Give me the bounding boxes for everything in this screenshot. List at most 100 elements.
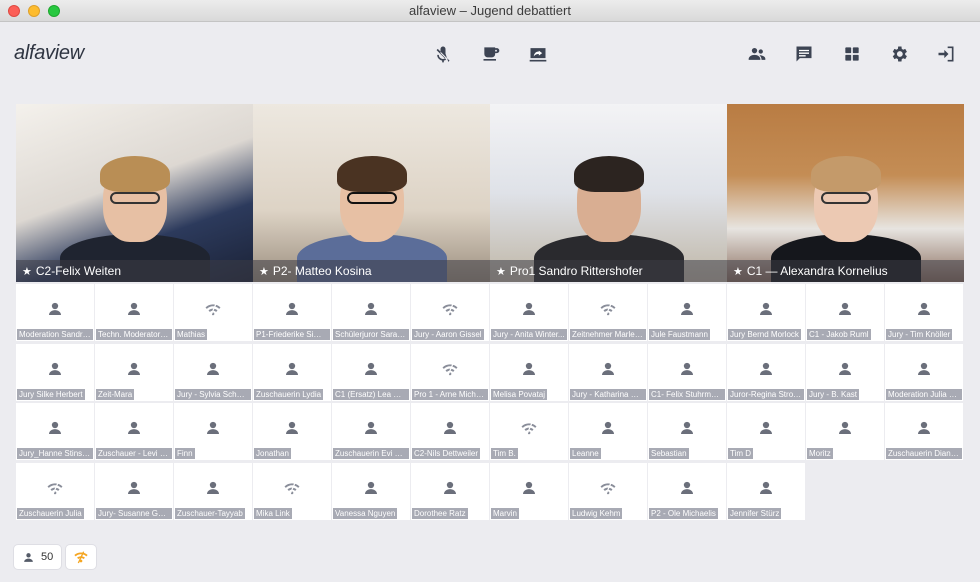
connection-icon [283,479,301,497]
participant-tile[interactable]: Jury - Anita Winter... [490,284,568,341]
participant-tile[interactable]: C1- Felix Stuhrmann [648,343,726,401]
participant-name: P2 - Ole Michaelis [649,507,718,519]
video-participant-name: Pro1 Sandro Rittershofer [509,264,643,278]
user-avatar-icon [125,419,143,437]
leave-room-button[interactable] [930,38,962,70]
star-icon: ★ [733,265,743,278]
participant-tile[interactable]: Mathias [174,284,252,341]
minimize-window-button[interactable] [28,5,40,17]
participant-tile[interactable]: Zeitnehmer Marlen... [569,284,647,341]
mute-microphone-button[interactable] [427,38,459,70]
screen-share-button[interactable] [522,38,554,70]
participant-name: Moderation Sandra... [17,329,93,340]
participant-tile[interactable]: Zuschauerin Evi He... [332,403,410,460]
mic-off-icon [436,46,450,63]
participant-tile[interactable]: P2 - Ole Michaelis [648,462,726,520]
participant-tile[interactable]: Zeit-Mara [95,343,173,401]
participant-tile[interactable]: Marvin [490,462,568,520]
video-tile[interactable]: ★ Pro1 Sandro Rittershofer [490,104,727,282]
participant-name: Mika Link [254,507,292,519]
network-status-button[interactable] [66,545,96,569]
participant-tile[interactable]: Moderation Sandra... [16,284,94,341]
participant-tile[interactable]: Tim B. [490,403,568,460]
participant-tile[interactable]: Tim D [727,403,805,460]
participant-name: Jonathan [254,448,291,459]
participant-tile[interactable]: Jury- Susanne Ger... [95,462,173,520]
video-tile[interactable]: ★ C2-Felix Weiten [16,104,253,282]
participant-tile[interactable]: Ludwig Kehm [569,462,647,520]
participant-tile[interactable]: Zuschauerin Julia [16,462,94,520]
layout-button[interactable] [836,38,868,70]
window-titlebar: alfaview – Jugend debattiert [0,0,980,22]
participant-name: Jule Faustmann [649,329,710,340]
participant-tile[interactable]: Juror-Regina Strob... [727,343,805,401]
video-participant-name: P2- Matteo Kosina [272,264,372,278]
participant-tile[interactable]: Jury - Aaron Gissel [411,284,489,341]
user-avatar-icon [204,479,222,497]
participant-tile[interactable]: Zuschauer - Levi K... [95,403,173,460]
participants-button[interactable] [741,38,773,70]
participant-tile[interactable]: Zuschauerin Lydia [253,343,331,401]
video-tile[interactable]: ★ C1 — Alexandra Kornelius [727,104,964,282]
away-status-button[interactable] [475,38,507,70]
participant-tile[interactable]: Zuschauerin Diana ... [885,403,963,460]
person-icon [24,552,33,562]
connection-icon [599,300,617,318]
participant-name: Zeit-Mara [96,388,135,400]
video-tile[interactable]: ★ P2- Matteo Kosina [253,104,490,282]
participant-tile[interactable]: Jury - Katharina Sp... [569,343,647,401]
participant-tile[interactable]: Jury - Sylvia Schäfer [174,343,252,401]
participant-tile[interactable]: Moderation Julia V... [885,343,963,401]
participant-tile[interactable]: Finn [174,403,252,460]
user-avatar-icon [125,479,143,497]
participant-tile[interactable]: Schülerjuror Sarah ... [332,284,410,341]
participant-tile[interactable]: Jury - B. Kast [806,343,884,401]
participant-tile[interactable]: Zuschauer-Tayyab [174,462,252,520]
participant-name: Zeitnehmer Marlen... [570,329,646,340]
settings-button[interactable] [883,38,915,70]
participant-tile[interactable]: Vanessa Nguyen [332,462,410,520]
user-avatar-icon [283,300,301,318]
star-icon: ★ [259,265,269,278]
participant-tile[interactable]: P1-Friederike Sima... [253,284,331,341]
user-avatar-icon [362,360,380,378]
participant-tile[interactable]: Jonathan [253,403,331,460]
user-avatar-icon [46,419,64,437]
user-avatar-icon [362,419,380,437]
close-window-button[interactable] [8,5,20,17]
participant-tile[interactable]: Moritz [806,403,884,460]
participant-tile[interactable]: Mika Link [253,462,331,520]
participant-tile[interactable]: Jury - Tim Knöller [885,284,963,341]
participant-name: Moritz [807,448,833,459]
participant-tile[interactable]: Pro 1 - Arne Michae... [411,343,489,401]
participant-tile[interactable]: C1 - Jakob Ruml [806,284,884,341]
app-logo: alfaview [14,42,84,64]
maximize-window-button[interactable] [48,5,60,17]
user-avatar-icon [678,419,696,437]
participant-tile[interactable]: C2-Nils Dettweiler [411,403,489,460]
participant-tile[interactable]: Dorothee Ratz [411,462,489,520]
participant-tile[interactable]: Melisa Povataj [490,343,568,401]
participant-tile[interactable]: Leanne [569,403,647,460]
settings-gear-icon [892,46,907,62]
user-avatar-icon [125,360,143,378]
participant-tile[interactable]: Jury_Hanne Stinsh... [16,403,94,460]
connection-icon [599,479,617,497]
participant-count-button[interactable]: 50 [14,545,62,569]
participant-tile[interactable]: Jury Silke Herbert [16,343,94,401]
participant-tile[interactable]: Jule Faustmann [648,284,726,341]
video-participant-name: C1 — Alexandra Kornelius [746,264,888,278]
user-avatar-icon [520,300,538,318]
user-avatar-icon [915,300,933,318]
chat-button[interactable] [788,38,820,70]
participant-name: Jury - Aaron Gissel [412,329,484,340]
participant-tile[interactable]: C1 (Ersatz) Lea Gat... [332,343,410,401]
participant-tile[interactable]: Techn. Moderator F... [95,284,173,341]
participant-tile[interactable]: Jury Bernd Morlock [727,284,805,341]
participant-tile[interactable]: Sebastian [648,403,726,460]
participant-name: Zuschauerin Evi He... [333,448,409,459]
participant-name: C1- Felix Stuhrmann [649,388,725,400]
participant-name: Sebastian [649,448,689,459]
participant-name: Schülerjuror Sarah ... [333,329,409,340]
participant-tile[interactable]: Jennifer Stürz [727,462,805,520]
